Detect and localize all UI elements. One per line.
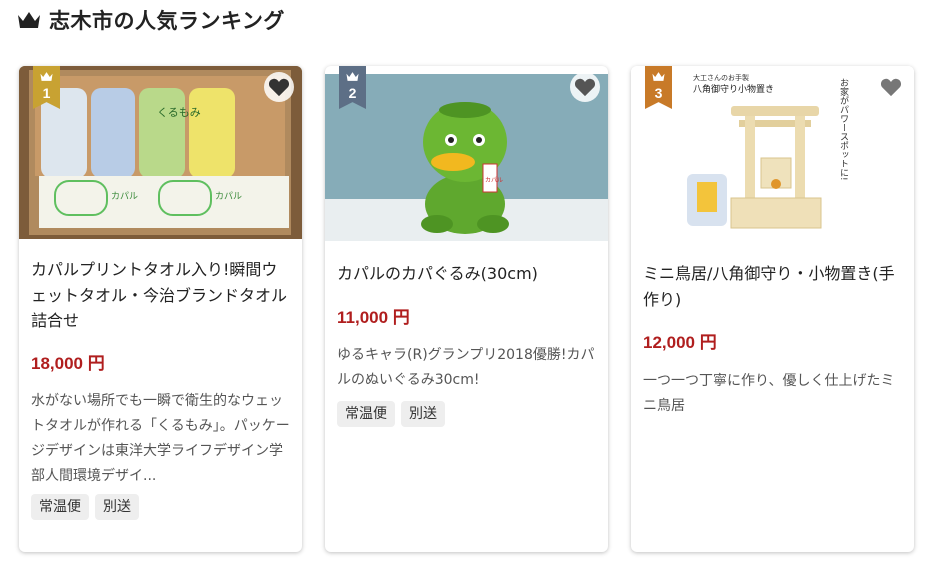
crown-icon [18,12,40,28]
crown-icon [346,72,359,81]
image-text: カパル [215,191,242,202]
product-description: ゆるキャラ(R)グランプリ2018優勝!カパルのぬいぐるみ30cm! [337,347,595,388]
image-text: カパル [111,191,138,202]
page-title: 志木市の人気ランキング [49,9,285,33]
product-image[interactable]: 大工さんのお手製 八角御守り小物置き お家がパワースポットに! [631,66,914,236]
product-title[interactable]: カパルのカパぐるみ(30cm) [337,261,599,287]
product-card[interactable]: くるもみ カパル カパル 1 カパルプリントタオル入り!瞬間ウェットタオル・今治… [19,66,302,552]
image-text: くるもみ [157,106,201,119]
image-text: 大工さんのお手製 [693,73,749,82]
favorite-button[interactable] [570,72,600,102]
image-text: 八角御守り小物置き [693,83,774,95]
product-title[interactable]: ミニ鳥居/八角御守り・小物置き(手作り) [643,261,905,312]
product-price: 12,000 円 [643,333,717,352]
heart-icon [268,78,290,97]
rank-number: 1 [42,85,51,101]
product-image[interactable]: カパル [325,74,608,241]
ranking-header: 志木市の人気ランキング [17,6,285,34]
favorite-button[interactable] [264,72,294,102]
product-price: 11,000 円 [337,308,410,327]
tag-list: 常温便 別送 [31,494,139,520]
rank-number: 2 [348,85,357,101]
product-image[interactable]: くるもみ カパル カパル [19,66,302,239]
product-card[interactable]: 大工さんのお手製 八角御守り小物置き お家がパワースポットに! 3 ミニ鳥居/八… [631,66,914,552]
crown-icon [40,72,53,81]
product-title[interactable]: カパルプリントタオル入り!瞬間ウェットタオル・今治ブランドタオル詰合せ [31,257,293,334]
product-description: 水がない場所でも一瞬で衛生的なウェットタオルが作れる「くるもみ」。パッケージデザ… [31,393,290,484]
product-card[interactable]: カパル 2 カパルのカパぐるみ(30cm) 11,000 円 ゆるキャラ(R)グ… [325,66,608,552]
rank-number: 3 [654,85,663,101]
tag-shipping: 常温便 [337,401,395,427]
image-text: カパル [485,177,503,184]
product-description: 一つ一つ丁寧に作り、優しく仕上げたミニ鳥居 [643,373,895,414]
tag-separate: 別送 [401,401,445,427]
heart-icon [574,78,596,97]
crown-icon [652,72,665,81]
tag-list: 常温便 別送 [337,401,445,427]
tag-separate: 別送 [95,494,139,520]
favorite-button[interactable] [876,72,906,102]
image-text: お家がパワースポットに! [838,78,849,181]
product-price: 18,000 円 [31,354,105,373]
heart-icon [880,78,902,97]
tag-shipping: 常温便 [31,494,89,520]
